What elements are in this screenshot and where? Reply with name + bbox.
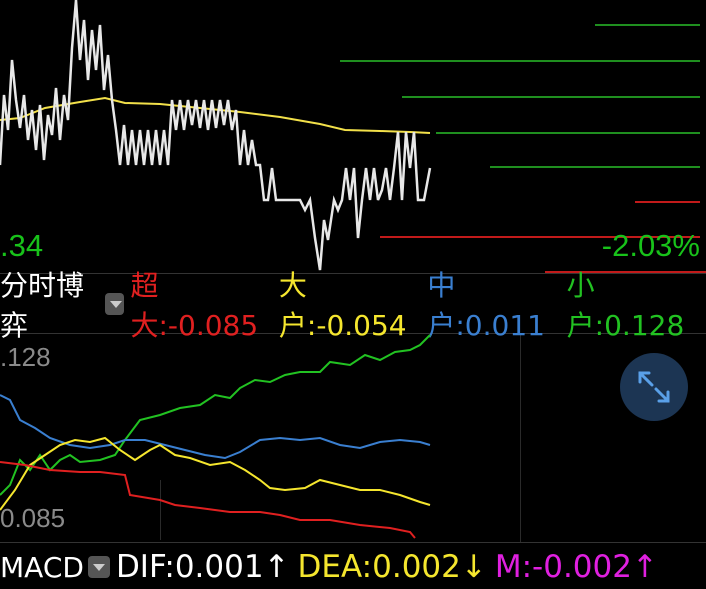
macd-selector[interactable]: MACD bbox=[0, 551, 110, 584]
expand-arrows-icon bbox=[638, 371, 670, 403]
flow-chart bbox=[0, 334, 431, 539]
expand-button[interactable] bbox=[620, 353, 688, 421]
large-flow-line bbox=[0, 436, 431, 511]
medium-flow-line bbox=[0, 394, 431, 460]
macd-legend-bar: MACD DIF:0.001↑ DEA:0.002↓ M:-0.002↑ bbox=[0, 545, 706, 589]
macd-selector-label: MACD bbox=[0, 550, 84, 584]
flow-axis-top-label: .128 bbox=[0, 342, 51, 372]
chevron-down-icon bbox=[87, 556, 110, 578]
flow-axis-bottom-label: 0.085 bbox=[0, 503, 66, 533]
dif-value: DIF:0.001↑ bbox=[115, 549, 290, 585]
m-value: M:-0.002↑ bbox=[494, 549, 658, 585]
dea-value: DEA:0.002↓ bbox=[297, 549, 487, 585]
